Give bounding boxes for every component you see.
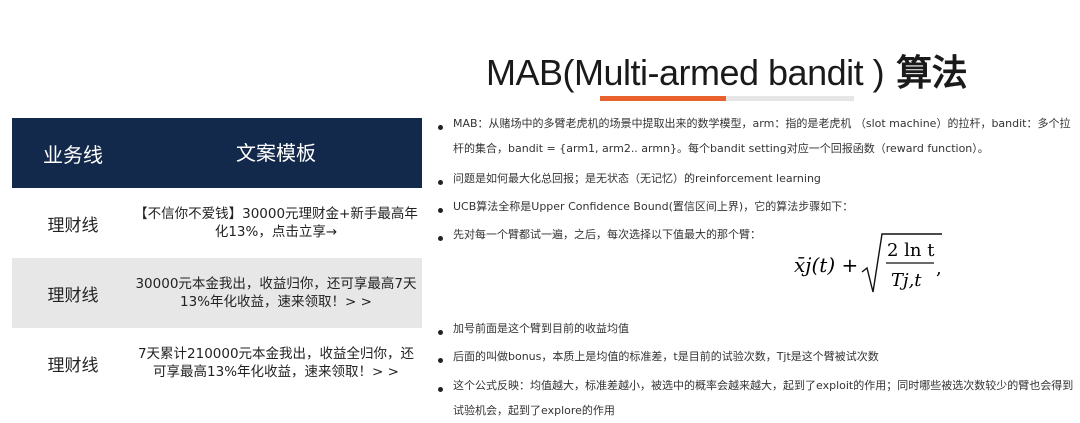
ucb-formula: x̄j(t) + 2 ln t Tj,t ,: [794, 232, 944, 298]
copy-template-table: 业务线 文案模板 理财线 【不信你不爱钱】30000元理财金+新手最高年化13%…: [12, 118, 422, 398]
page-title: MAB(Multi-armed bandit ) 算法: [486, 44, 968, 96]
bullet-dot-icon: [438, 330, 443, 335]
list-item: 这个公式反映：均值越大，标准差越小，被选中的概率会越来越大，起到了exploit…: [438, 379, 1078, 423]
cell-copy-text: 【不信你不爱钱】30000元理财金+新手最高年化13%，点击立享→: [134, 206, 418, 240]
formula-numerator: 2 ln t: [887, 240, 935, 261]
list-item: 后面的叫做bonus，本质上是均值的标准差，t是目前的试验次数，Tjt是这个臂被…: [438, 350, 1078, 369]
cell-copy-text: 30000元本金我出，收益归你，还可享最高7天13%年化收益，速来领取！> >: [135, 276, 417, 310]
list-item: UCB算法全称是Upper Confidence Bound(置信区间上界)，它…: [438, 200, 1078, 219]
list-item: 先对每一个臂都试一遍，之后，每次选择以下值最大的那个臂：: [438, 228, 1078, 247]
bullet-dot-icon: [438, 208, 443, 213]
table-row: 理财线 【不信你不爱钱】30000元理财金+新手最高年化13%，点击立享→: [12, 188, 422, 258]
bullet-dot-icon: [438, 125, 443, 130]
title-main: MAB(Multi-armed bandit ): [486, 52, 885, 93]
cell-business-line: 理财线: [47, 355, 99, 376]
bullet-dot-icon: [438, 236, 443, 241]
table-row: 理财线 7天累计210000元本金我出，收益全归你，还可享最高13%年化收益，速…: [12, 328, 422, 398]
title-suffix: 算法: [884, 53, 968, 94]
table-row: 理财线 30000元本金我出，收益归你，还可享最高7天13%年化收益，速来领取！…: [12, 258, 422, 328]
cell-copy-text: 7天累计210000元本金我出，收益全归你，还可享最高13%年化收益，速来领取！…: [137, 346, 415, 380]
list-item: MAB：从赌场中的多臂老虎机的场景中提取出来的数学模型，arm：指的是老虎机 （…: [438, 117, 1078, 161]
header-business-line: 业务线: [43, 142, 103, 167]
table-header-row: 业务线 文案模板: [12, 118, 422, 188]
formula-denominator: Tj,t: [891, 270, 922, 291]
list-item: 加号前面是这个臂到目前的收益均值: [438, 322, 1078, 341]
formula-term: x̄j(t) +: [794, 253, 858, 277]
cell-business-line: 理财线: [47, 215, 99, 236]
bullet-dot-icon: [438, 180, 443, 185]
ucb-formula-graphic: x̄j(t) + 2 ln t Tj,t ,: [794, 233, 942, 293]
bullet-dot-icon: [438, 358, 443, 363]
title-underline-accent: [600, 96, 726, 101]
formula-trail: ,: [936, 258, 942, 279]
title-underline: [600, 96, 854, 101]
cell-business-line: 理财线: [47, 285, 99, 306]
bullet-dot-icon: [438, 387, 443, 392]
list-item: 问题是如何最大化总回报；是无状态（无记忆）的reinforcement lear…: [438, 172, 1078, 191]
header-copy-template: 文案模板: [236, 141, 316, 165]
